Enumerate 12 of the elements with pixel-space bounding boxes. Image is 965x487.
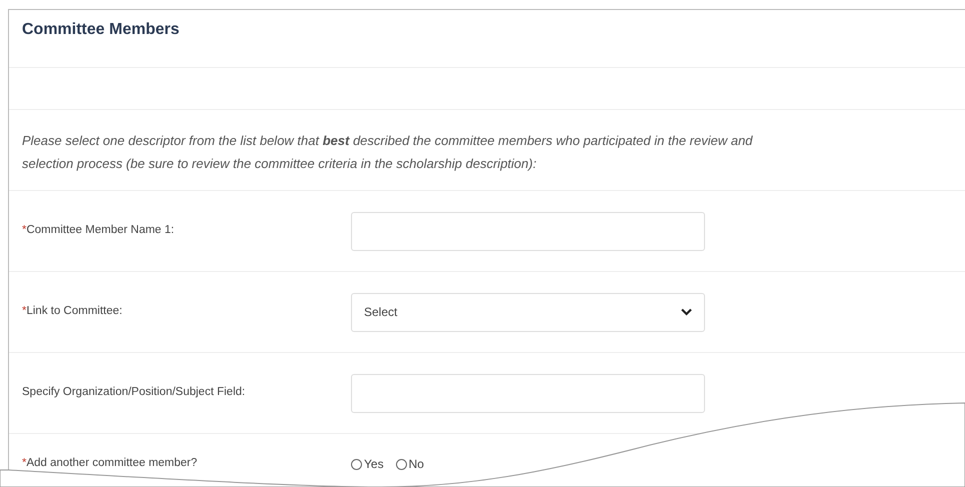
section-title: Committee Members — [21, 20, 180, 40]
instructions-text: Please select one descriptor from the list below that best described the committee members who participated in the review and selection process (be sure to review the committee criteria in the scholarship description): — [21, 132, 754, 173]
field-label: Specify Organization/Position/Subject Field: — [22, 385, 246, 400]
chevron-down-icon — [681, 308, 692, 316]
field-label: *Committee Member Name 1: — [22, 223, 176, 238]
field-label: *Add another committee member? — [22, 456, 198, 472]
text-field[interactable] — [351, 374, 705, 412]
radio-option[interactable]: Yes — [351, 455, 384, 473]
select-dropdown[interactable]: Select — [351, 292, 705, 332]
text-field[interactable] — [351, 212, 705, 250]
radio-option[interactable]: No — [396, 455, 424, 473]
field-label: *Link to Committee: — [22, 304, 124, 320]
